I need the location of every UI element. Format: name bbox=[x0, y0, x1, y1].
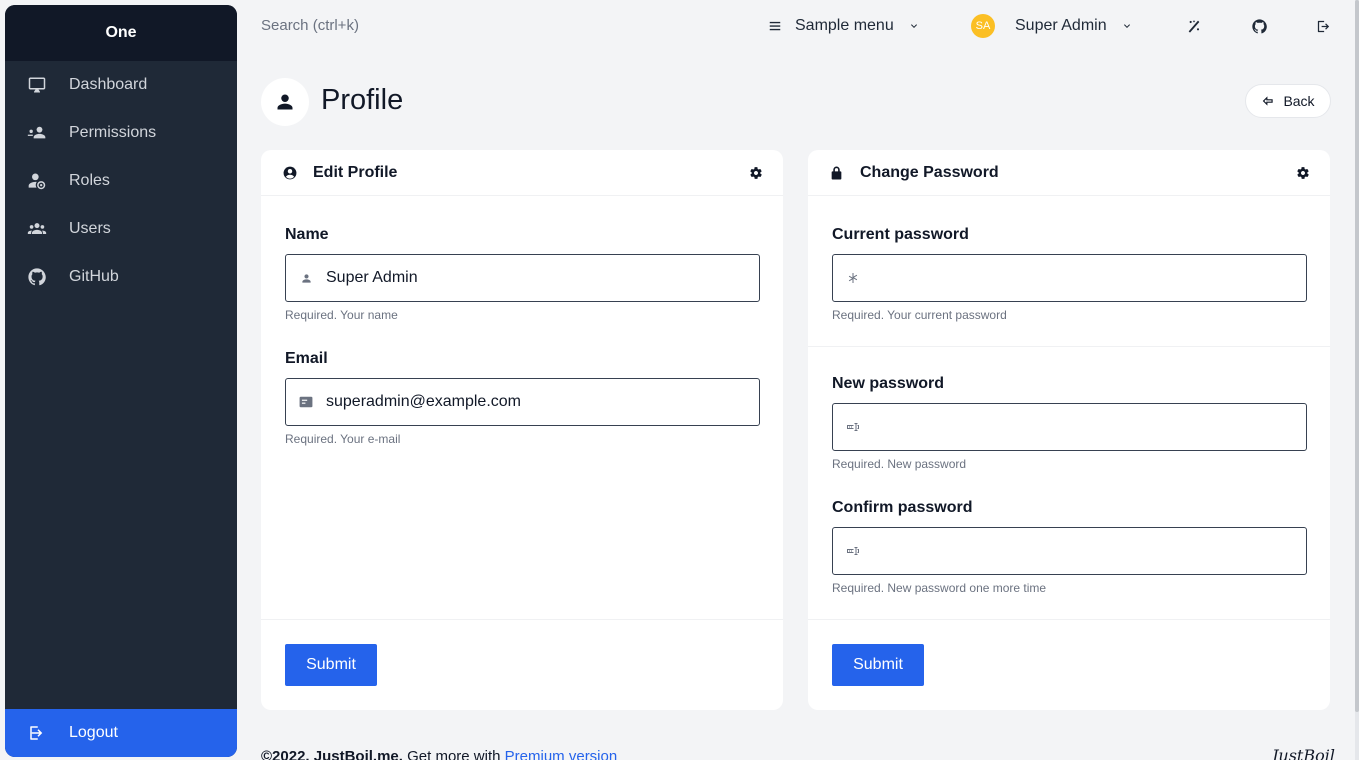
edit-profile-card: Edit Profile Name Super Admin Required. … bbox=[261, 150, 783, 710]
sidebar: One Dashboard Permissions Roles Users Gi… bbox=[5, 5, 237, 757]
arrow-left-icon bbox=[1261, 94, 1283, 108]
account-circle-icon bbox=[283, 166, 297, 180]
card-title: Edit Profile bbox=[313, 163, 398, 181]
card-divider bbox=[808, 346, 1330, 347]
submit-profile-button[interactable]: Submit bbox=[285, 644, 377, 686]
asterisk-icon bbox=[845, 272, 861, 284]
user-icon bbox=[277, 94, 293, 110]
sample-menu-label: Sample menu bbox=[795, 17, 894, 34]
confirm-password-help: Required. New password one more time bbox=[832, 581, 1047, 595]
scrollbar-thumb[interactable] bbox=[1355, 0, 1359, 712]
name-label: Name bbox=[285, 226, 329, 243]
footer-text: Get more with bbox=[407, 748, 501, 760]
sidebar-item-dashboard[interactable]: Dashboard bbox=[5, 61, 237, 109]
card-header: Edit Profile bbox=[261, 150, 783, 196]
chevron-down-icon bbox=[1121, 20, 1133, 32]
sample-menu-dropdown[interactable]: Sample menu bbox=[768, 0, 920, 52]
footer-copyright: ©2022, JustBoil.me. bbox=[261, 748, 403, 760]
card-divider bbox=[261, 619, 783, 620]
current-password-label: Current password bbox=[832, 226, 969, 243]
gear-icon[interactable] bbox=[749, 166, 763, 180]
sidebar-item-roles[interactable]: Roles bbox=[5, 157, 237, 205]
github-link[interactable] bbox=[1252, 0, 1267, 52]
new-password-group: New password Required. New password bbox=[832, 375, 1307, 471]
new-password-label: New password bbox=[832, 375, 945, 392]
github-icon bbox=[27, 267, 47, 287]
brand-logo[interactable]: One bbox=[5, 5, 237, 61]
sidebar-item-label: Users bbox=[69, 220, 111, 237]
profile-title-icon bbox=[261, 78, 309, 126]
logout-button[interactable]: Logout bbox=[5, 709, 237, 757]
monitor-icon bbox=[27, 75, 47, 95]
confirm-password-group: Confirm password Required. New password … bbox=[832, 499, 1307, 595]
sidebar-item-label: GitHub bbox=[69, 268, 119, 285]
gear-icon[interactable] bbox=[1296, 166, 1310, 180]
page-scrollbar[interactable] bbox=[1355, 0, 1359, 760]
email-field[interactable]: superadmin@example.com bbox=[285, 378, 760, 426]
user-icon bbox=[298, 273, 314, 284]
new-password-help: Required. New password bbox=[832, 457, 967, 471]
menu-icon bbox=[768, 19, 782, 33]
back-button[interactable]: Back bbox=[1245, 84, 1331, 118]
chevron-down-icon bbox=[908, 20, 920, 32]
user-name-label: Super Admin bbox=[1015, 17, 1107, 34]
submit-password-button[interactable]: Submit bbox=[832, 644, 924, 686]
email-field-group: Email superadmin@example.com Required. Y… bbox=[285, 350, 760, 446]
avatar: SA bbox=[971, 14, 995, 38]
logout-icon bbox=[27, 723, 47, 743]
form-textbox-password-icon bbox=[845, 545, 861, 557]
theme-toggle-button[interactable] bbox=[1186, 0, 1202, 52]
logout-label: Logout bbox=[69, 724, 118, 741]
new-password-field[interactable] bbox=[832, 403, 1307, 451]
current-password-help: Required. Your current password bbox=[832, 308, 1007, 322]
name-help-text: Required. Your name bbox=[285, 308, 398, 322]
current-password-group: Current password Required. Your current … bbox=[832, 226, 1307, 322]
email-value: superadmin@example.com bbox=[326, 393, 521, 410]
footer-premium-link[interactable]: Premium version bbox=[505, 748, 618, 760]
footer: ©2022, JustBoil.me. Get more with Premiu… bbox=[261, 748, 617, 760]
name-field[interactable]: Super Admin bbox=[285, 254, 760, 302]
sidebar-item-label: Permissions bbox=[69, 124, 157, 141]
name-value: Super Admin bbox=[326, 269, 418, 286]
email-help-text: Required. Your e-mail bbox=[285, 432, 401, 446]
top-bar: Search (ctrl+k) Sample menu SA Super Adm… bbox=[237, 0, 1355, 52]
form-textbox-password-icon bbox=[845, 421, 861, 433]
card-title: Change Password bbox=[860, 163, 999, 181]
user-menu-dropdown[interactable]: SA Super Admin bbox=[971, 0, 1133, 52]
search-input[interactable]: Search (ctrl+k) bbox=[261, 17, 359, 34]
email-label: Email bbox=[285, 350, 328, 367]
change-password-card: Change Password Current password Require… bbox=[808, 150, 1330, 710]
sidebar-item-label: Roles bbox=[69, 172, 110, 189]
sidebar-item-github[interactable]: GitHub bbox=[5, 253, 237, 301]
users-icon bbox=[27, 219, 47, 239]
footer-logo[interactable]: JustBoil bbox=[1272, 746, 1335, 760]
sidebar-item-users[interactable]: Users bbox=[5, 205, 237, 253]
theme-icon bbox=[1186, 18, 1202, 34]
back-label: Back bbox=[1283, 93, 1315, 109]
name-field-group: Name Super Admin Required. Your name bbox=[285, 226, 760, 322]
lock-icon bbox=[830, 166, 844, 180]
sidebar-nav: Dashboard Permissions Roles Users GitHub bbox=[5, 61, 237, 301]
roles-icon bbox=[27, 171, 47, 191]
current-password-field[interactable] bbox=[832, 254, 1307, 302]
sidebar-item-permissions[interactable]: Permissions bbox=[5, 109, 237, 157]
sidebar-item-label: Dashboard bbox=[69, 76, 148, 93]
logout-top-button[interactable] bbox=[1316, 0, 1331, 52]
github-icon bbox=[1252, 18, 1267, 34]
permissions-icon bbox=[27, 123, 47, 143]
logout-icon bbox=[1316, 19, 1331, 34]
card-id-icon bbox=[298, 396, 314, 408]
card-header: Change Password bbox=[808, 150, 1330, 196]
card-divider bbox=[808, 619, 1330, 620]
confirm-password-label: Confirm password bbox=[832, 499, 973, 516]
page-title: Profile bbox=[321, 84, 404, 116]
confirm-password-field[interactable] bbox=[832, 527, 1307, 575]
